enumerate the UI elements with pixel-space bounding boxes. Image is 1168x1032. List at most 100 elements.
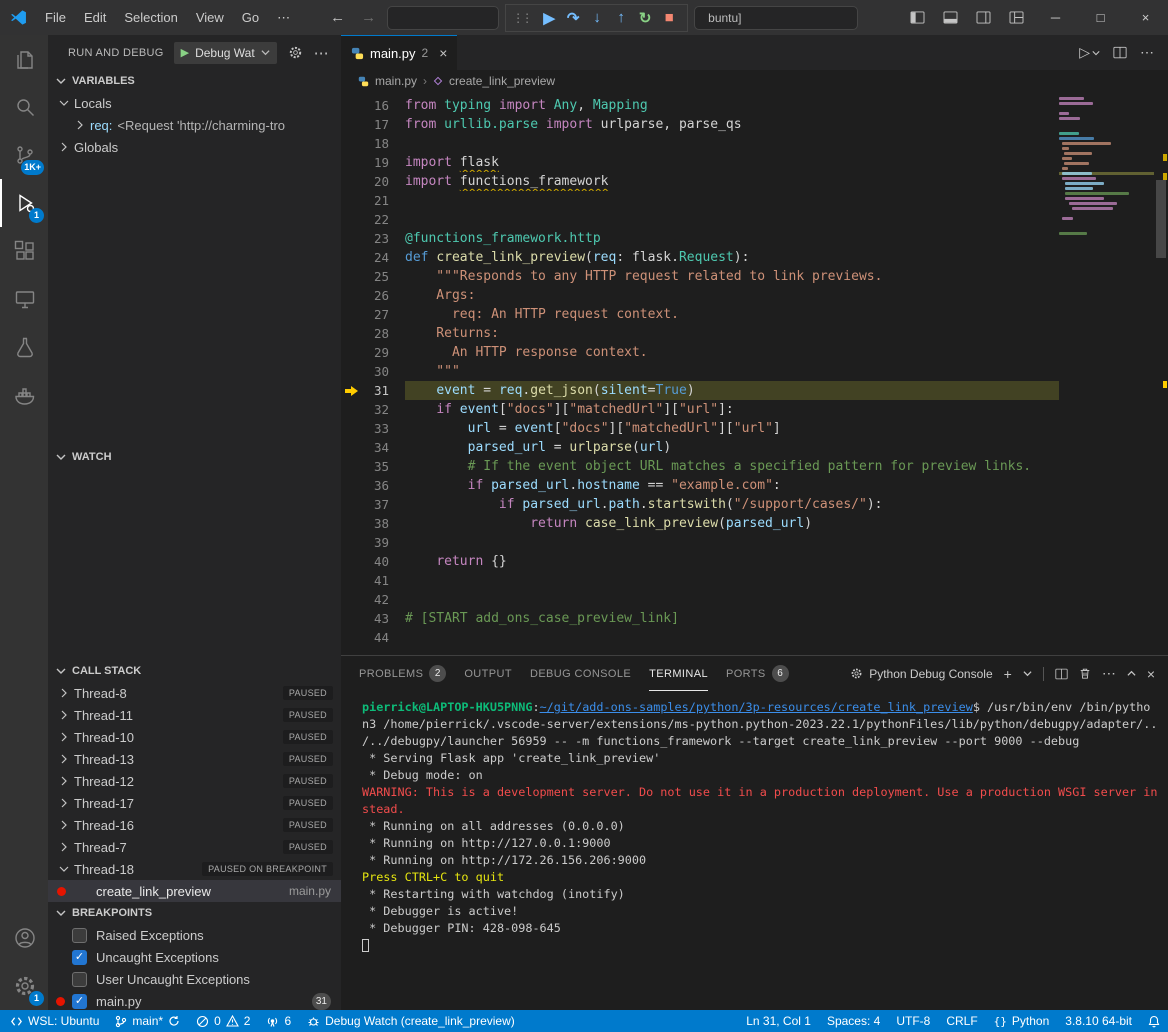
code-text[interactable] xyxy=(405,210,1059,229)
branch-indicator[interactable]: main* xyxy=(107,1010,188,1032)
close-panel-icon[interactable]: × xyxy=(1147,666,1155,682)
command-center[interactable] xyxy=(387,6,499,30)
line-number[interactable]: 33 xyxy=(363,419,389,438)
debug-settings-gear-icon[interactable] xyxy=(288,45,303,60)
customize-layout-icon[interactable] xyxy=(1000,0,1033,35)
code-text[interactable]: # [START add_ons_case_preview_link] xyxy=(405,609,1059,628)
callstack-thread[interactable]: Thread-16PAUSED xyxy=(48,814,341,836)
line-number[interactable]: 41 xyxy=(363,571,389,590)
code-text[interactable]: Returns: xyxy=(405,324,1059,343)
menu-go[interactable]: Go xyxy=(233,0,268,35)
line-number[interactable]: 16 xyxy=(363,96,389,115)
notifications-bell[interactable] xyxy=(1140,1010,1168,1032)
breakpoint-checkbox[interactable] xyxy=(72,928,87,943)
code-text[interactable]: def create_link_preview(req: flask.Reque… xyxy=(405,248,1059,267)
code-text[interactable] xyxy=(405,628,1059,647)
code-text[interactable]: from urllib.parse import urlparse, parse… xyxy=(405,115,1059,134)
new-terminal-button[interactable]: + xyxy=(1004,666,1012,682)
code-text[interactable]: event = req.get_json(silent=True) xyxy=(405,381,1059,400)
debug-configuration-dropdown[interactable]: ▶ Debug Wat xyxy=(174,42,277,64)
line-number[interactable]: 28 xyxy=(363,324,389,343)
code-text[interactable]: import functions_framework xyxy=(405,172,1059,191)
step-out-button[interactable]: ↑ xyxy=(609,6,633,30)
activitybar-source-control[interactable]: 1K+ xyxy=(0,131,48,179)
run-python-file-button[interactable]: ▷ xyxy=(1079,44,1100,61)
terminal-output[interactable]: pierrick@LAPTOP-HKU5PNNG:~/git/add-ons-s… xyxy=(341,691,1168,1010)
split-terminal-icon[interactable] xyxy=(1055,668,1068,680)
code-text[interactable] xyxy=(405,134,1059,153)
continue-button[interactable]: ▶ xyxy=(537,6,561,30)
code-text[interactable]: url = event["docs"]["matchedUrl"]["url"] xyxy=(405,419,1059,438)
line-number[interactable]: 42 xyxy=(363,590,389,609)
variables-row[interactable]: Locals xyxy=(48,92,341,114)
code-text[interactable]: @functions_framework.http xyxy=(405,229,1059,248)
line-number[interactable]: 25 xyxy=(363,267,389,286)
code-text[interactable]: req: An HTTP request context. xyxy=(405,305,1059,324)
variables-row[interactable]: req:<Request 'http://charming-tro xyxy=(48,114,341,136)
line-number[interactable]: 18 xyxy=(363,134,389,153)
code-text[interactable]: if event["docs"]["matchedUrl"]["url"]: xyxy=(405,400,1059,419)
line-number[interactable]: 32 xyxy=(363,400,389,419)
line-number[interactable]: 37 xyxy=(363,495,389,514)
terminal-profile[interactable]: Python Debug Console xyxy=(850,667,992,681)
kill-terminal-trash-icon[interactable] xyxy=(1079,667,1091,680)
panel-more-actions-icon[interactable]: ⋯ xyxy=(1102,665,1116,682)
code-text[interactable] xyxy=(405,590,1059,609)
menu-file[interactable]: File xyxy=(36,0,75,35)
close-button[interactable]: × xyxy=(1123,0,1168,35)
maximize-button[interactable]: □ xyxy=(1078,0,1123,35)
python-interpreter[interactable]: 3.8.10 64-bit xyxy=(1057,1010,1140,1032)
callstack-thread[interactable]: Thread-11PAUSED xyxy=(48,704,341,726)
callstack-thread[interactable]: Thread-13PAUSED xyxy=(48,748,341,770)
activitybar-manage[interactable]: 1 xyxy=(0,962,48,1010)
variables-row[interactable]: Globals xyxy=(48,136,341,158)
callstack-thread[interactable]: Thread-10PAUSED xyxy=(48,726,341,748)
code-text[interactable]: An HTTP response context. xyxy=(405,343,1059,362)
activitybar-remote-explorer[interactable] xyxy=(0,275,48,323)
activitybar-docker[interactable] xyxy=(0,371,48,419)
line-number[interactable]: 17 xyxy=(363,115,389,134)
callstack-thread[interactable]: Thread-8PAUSED xyxy=(48,682,341,704)
toggle-panel-icon[interactable] xyxy=(934,0,967,35)
code-text[interactable]: from typing import Any, Mapping xyxy=(405,96,1059,115)
line-number[interactable]: 23 xyxy=(363,229,389,248)
line-number[interactable]: 40 xyxy=(363,552,389,571)
scrollbar-thumb[interactable] xyxy=(1156,180,1166,258)
line-number[interactable]: 36 xyxy=(363,476,389,495)
language-mode[interactable]: {} Python xyxy=(986,1010,1058,1032)
section-header-variables[interactable]: VARIABLES xyxy=(48,70,341,92)
menu-edit[interactable]: Edit xyxy=(75,0,115,35)
restart-button[interactable]: ↻ xyxy=(633,6,657,30)
section-header-breakpoints[interactable]: BREAKPOINTS xyxy=(48,902,341,924)
code-text[interactable]: Args: xyxy=(405,286,1059,305)
start-debugging-icon[interactable]: ▶ xyxy=(181,46,189,59)
code-text[interactable] xyxy=(405,571,1059,590)
remote-indicator[interactable]: WSL: Ubuntu xyxy=(2,1010,107,1032)
line-number[interactable]: 24 xyxy=(363,248,389,267)
step-into-button[interactable]: ↓ xyxy=(585,6,609,30)
breakpoint-row[interactable]: Raised Exceptions xyxy=(48,924,341,946)
breakpoint-checkbox[interactable]: ✓ xyxy=(72,950,87,965)
line-number[interactable]: 34 xyxy=(363,438,389,457)
activitybar-accounts[interactable] xyxy=(0,914,48,962)
activitybar-testing[interactable] xyxy=(0,323,48,371)
section-header-call-stack[interactable]: CALL STACK xyxy=(48,660,341,682)
code-text[interactable]: # If the event object URL matches a spec… xyxy=(405,457,1059,476)
split-editor-button[interactable] xyxy=(1113,46,1127,59)
code-text[interactable] xyxy=(405,533,1059,552)
toggle-secondary-sidebar-icon[interactable] xyxy=(967,0,1000,35)
line-number[interactable]: 22 xyxy=(363,210,389,229)
line-number[interactable]: 30 xyxy=(363,362,389,381)
terminal-dropdown-icon[interactable] xyxy=(1023,669,1032,678)
activitybar-explorer[interactable] xyxy=(0,35,48,83)
code-text[interactable]: return case_link_preview(parsed_url) xyxy=(405,514,1059,533)
cursor-position[interactable]: Ln 31, Col 1 xyxy=(738,1010,819,1032)
code-text[interactable]: return {} xyxy=(405,552,1059,571)
panel-tab-terminal[interactable]: TERMINAL xyxy=(649,656,708,691)
code-text[interactable]: """ xyxy=(405,362,1059,381)
line-number[interactable]: 43 xyxy=(363,609,389,628)
code-text[interactable]: if parsed_url.path.startswith("/support/… xyxy=(405,495,1059,514)
editor-more-actions-icon[interactable]: ⋯ xyxy=(1140,44,1154,61)
sidebar-more-actions-icon[interactable]: ⋯ xyxy=(314,44,329,62)
panel-tab-problems[interactable]: PROBLEMS2 xyxy=(359,656,446,691)
